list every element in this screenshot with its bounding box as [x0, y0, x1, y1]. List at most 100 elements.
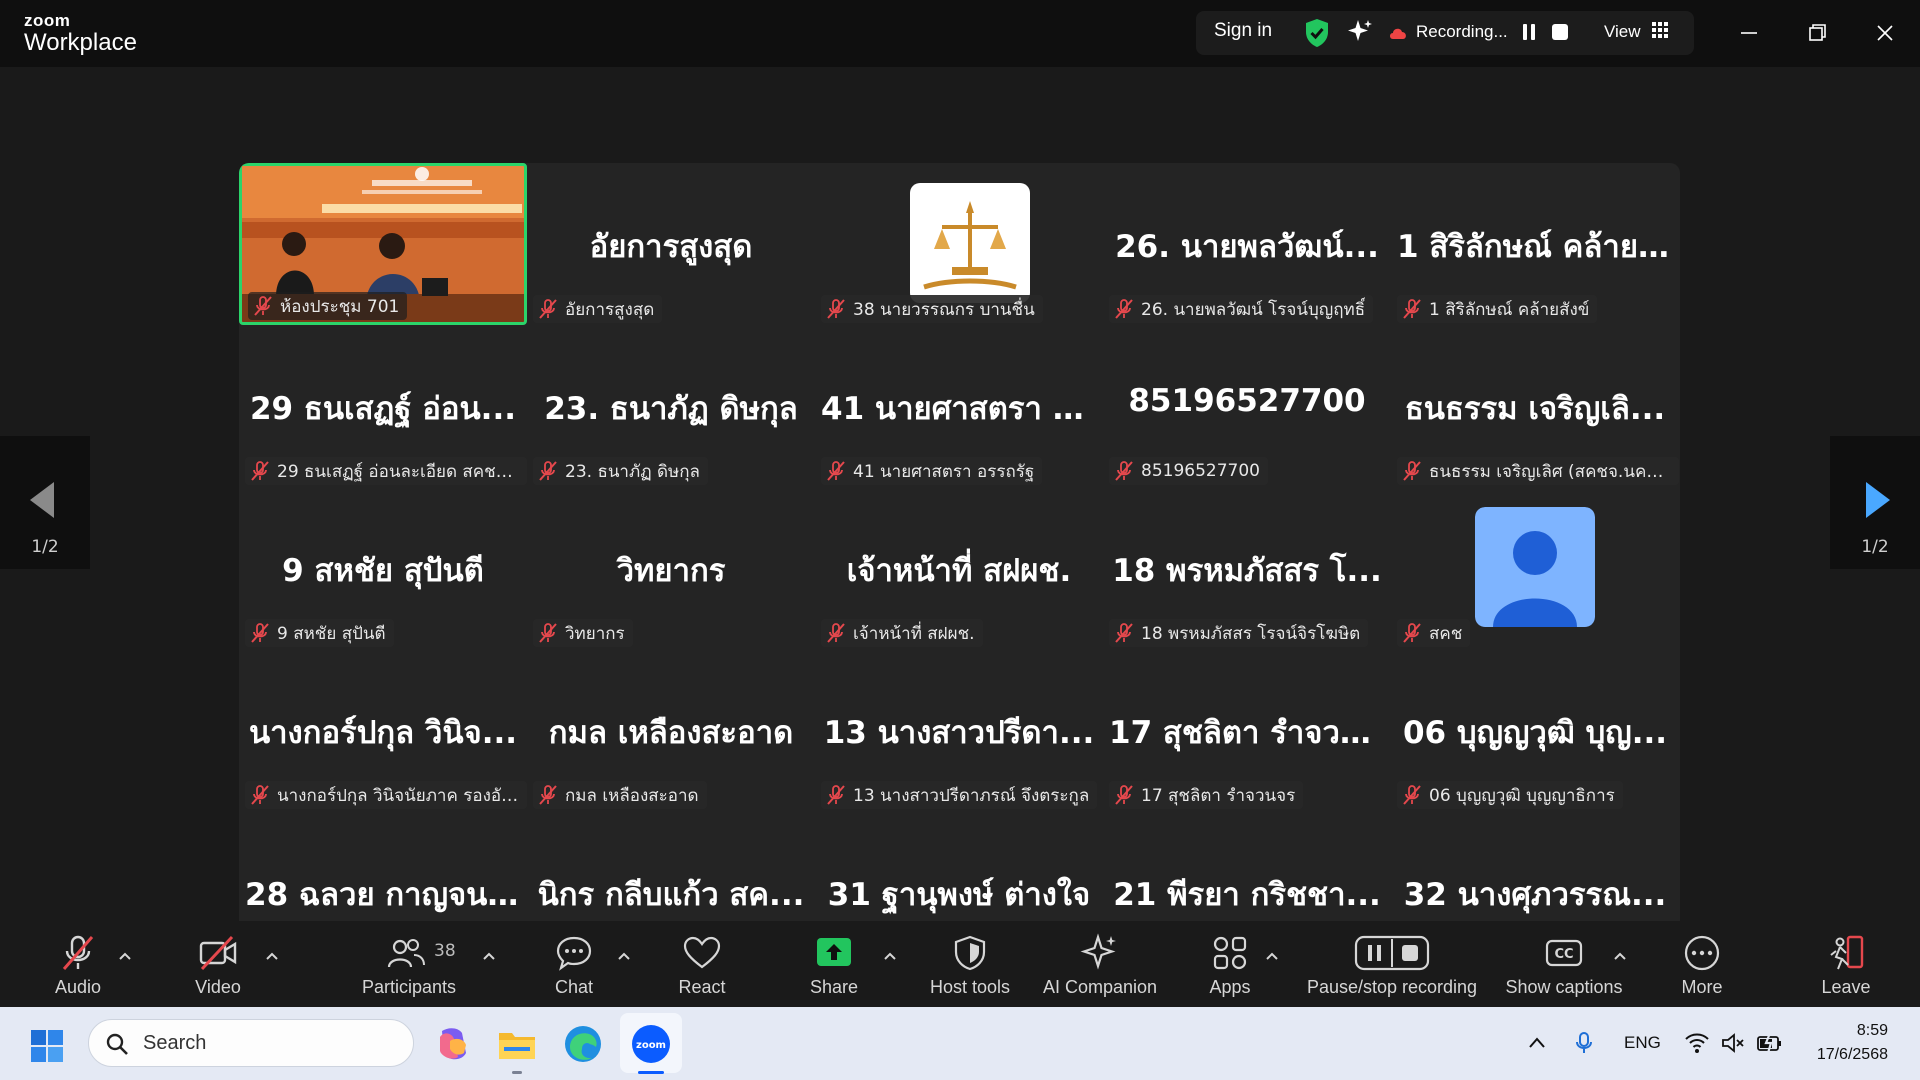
participant-tile[interactable]: เจ้าหน้าที่ สฝผช. เจ้าหน้าที่ สฝผช.	[815, 487, 1103, 649]
minimize-icon[interactable]	[1732, 16, 1766, 50]
participant-name-label: 23. ธนาภัฏ ดิษกุล	[533, 457, 708, 485]
svg-text:CC: CC	[1554, 947, 1573, 962]
participant-label-text: 9 สหชัย สุปันตี	[277, 623, 386, 644]
participant-tile[interactable]: อัยการสูงสุด อัยการสูงสุด	[527, 163, 815, 325]
participant-tile[interactable]: 41 นายศาสตรา อ... 41 นายศาสตรา อรรถรัฐ	[815, 325, 1103, 487]
participant-label-text: อัยการสูงสุด	[565, 299, 655, 320]
participants-count: 38	[434, 941, 456, 961]
participant-tile[interactable]: 18 พรหมภัสสร โ... 18 พรหมภัสสร โรจน์จิรโฆ…	[1103, 487, 1391, 649]
volume-muted-icon[interactable]	[1720, 1031, 1746, 1055]
title-bar: zoom Workplace Sign in Recording... View	[0, 0, 1920, 67]
apps-icon	[1213, 936, 1247, 970]
participant-tile[interactable]: 29 ธนเสฏฐ์ อ่อน... 29 ธนเสฏฐ์ อ่อนละเอียด…	[239, 325, 527, 487]
chat-bubble-icon	[556, 936, 592, 971]
participant-display-name: 85196527700	[1128, 383, 1366, 419]
grid-view-icon[interactable]	[1652, 22, 1668, 38]
leave-button[interactable]: Leave	[1812, 921, 1880, 1007]
participant-tile[interactable]: 9 สหชัย สุปันตี 9 สหชัย สุปันตี	[239, 487, 527, 649]
video-button[interactable]: Video	[176, 921, 260, 1007]
participant-tile[interactable]: ธนธรรม เจริญเลิ... ธนธรรม เจริญเลิศ (สคชจ…	[1391, 325, 1679, 487]
participant-display-name: เจ้าหน้าที่ สฝผช.	[846, 553, 1072, 589]
participant-tile[interactable]: 23. ธนาภัฏ ดิษกุล 23. ธนาภัฏ ดิษกุล	[527, 325, 815, 487]
participant-display-name: 18 พรหมภัสสร โ...	[1112, 553, 1382, 589]
participants-options-caret-icon[interactable]	[482, 951, 496, 961]
share-button[interactable]: Share	[800, 921, 868, 1007]
taskbar-search[interactable]: Search	[88, 1019, 414, 1067]
host-shield-icon	[954, 935, 986, 971]
input-language[interactable]: ENG	[1624, 1033, 1661, 1053]
audio-button[interactable]: Audio	[36, 921, 120, 1007]
microphone-muted-icon	[62, 935, 94, 970]
microphone-in-use-icon[interactable]	[1574, 1031, 1594, 1055]
participants-button[interactable]: 38 Participants	[354, 921, 464, 1007]
muted-mic-icon	[251, 623, 269, 643]
participant-tile[interactable]: 1 สิริลักษณ์ คล้าย... 1 สิริลักษณ์ คล้ายส…	[1391, 163, 1679, 325]
pause-stop-recording-button[interactable]: Pause/stop recording	[1300, 921, 1484, 1007]
audio-options-caret-icon[interactable]	[118, 951, 132, 961]
stop-recording-icon[interactable]	[1552, 24, 1568, 40]
muted-mic-icon	[539, 785, 557, 805]
edge-browser-icon[interactable]	[562, 1023, 604, 1065]
participant-display-name: 26. นายพลวัฒน์...	[1115, 229, 1379, 265]
file-explorer-icon[interactable]	[496, 1023, 538, 1065]
next-page-button[interactable]: 1/2	[1830, 436, 1920, 569]
react-button[interactable]: React	[668, 921, 736, 1007]
muted-mic-icon	[827, 623, 845, 643]
participant-name-label: 29 ธนเสฏฐ์ อ่อนละเอียด สคชจ.น...	[245, 457, 527, 485]
ai-sparkle-icon[interactable]	[1346, 18, 1374, 46]
muted-mic-icon	[254, 296, 272, 316]
apps-options-caret-icon[interactable]	[1265, 951, 1279, 961]
battery-charging-icon[interactable]	[1756, 1031, 1784, 1055]
restore-icon[interactable]	[1800, 16, 1834, 50]
show-captions-button[interactable]: CC Show captions	[1502, 921, 1626, 1007]
video-options-caret-icon[interactable]	[265, 951, 279, 961]
pause-recording-icon[interactable]	[1522, 22, 1536, 42]
participant-tile[interactable]: วิทยากร วิทยากร	[527, 487, 815, 649]
wifi-icon[interactable]	[1684, 1031, 1710, 1055]
participant-tile[interactable]: 13 นางสาวปรีดา... 13 นางสาวปรีดาภรณ์ จึงต…	[815, 649, 1103, 811]
participant-display-name: ธนธรรม เจริญเลิ...	[1404, 391, 1666, 427]
participant-label-text: กมล เหลืองสะอาด	[565, 785, 699, 806]
participant-display-name: 41 นายศาสตรา อ...	[821, 391, 1103, 427]
copilot-icon[interactable]	[432, 1023, 474, 1065]
participant-display-name: นิกร กลีบแก้ว สค...	[537, 877, 805, 913]
muted-mic-icon	[1403, 623, 1421, 643]
meeting-stage: 1/2 1/2 ห้องประชุม 701 อัยการสูงสุด อัยการ…	[0, 67, 1920, 1007]
zoom-running-indicator	[638, 1071, 664, 1074]
previous-page-button[interactable]: 1/2	[0, 436, 90, 569]
participant-tile[interactable]: 17 สุชลิตา รำจวน... 17 สุชลิตา รำจวนจร	[1103, 649, 1391, 811]
show-hidden-icons-chevron-icon[interactable]	[1526, 1031, 1548, 1055]
participant-tile[interactable]: 26. นายพลวัฒน์... 26. นายพลวัฒน์ โรจน์บุญ…	[1103, 163, 1391, 325]
svg-text:zoom: zoom	[636, 1040, 666, 1051]
participant-tile[interactable]: 38 นายวรรณกร บานชื่น	[815, 163, 1103, 325]
participant-tile[interactable]: 85196527700 85196527700	[1103, 325, 1391, 487]
logo-top-text: zoom	[24, 11, 71, 30]
participant-name-label: สคช	[1397, 619, 1471, 647]
participant-name-label: 06 บุญญวุฒิ บุญญาธิการ	[1397, 781, 1623, 809]
system-clock[interactable]: 8:59 17/6/2568	[1817, 1019, 1888, 1067]
sign-in-button[interactable]: Sign in	[1214, 20, 1272, 42]
muted-mic-icon	[1403, 785, 1421, 805]
captions-options-caret-icon[interactable]	[1613, 951, 1627, 961]
participant-label-text: ห้องประชุม 701	[280, 296, 400, 317]
participant-tile[interactable]: 06 บุญญวุฒิ บุญ... 06 บุญญวุฒิ บุญญาธิการ	[1391, 649, 1679, 811]
chat-button[interactable]: Chat	[540, 921, 608, 1007]
host-tools-button[interactable]: Host tools	[920, 921, 1020, 1007]
close-icon[interactable]	[1868, 16, 1902, 50]
windows-start-icon[interactable]	[30, 1029, 64, 1063]
more-button[interactable]: More	[1668, 921, 1736, 1007]
view-button[interactable]: View	[1604, 22, 1641, 42]
chat-options-caret-icon[interactable]	[617, 951, 631, 961]
participant-tile[interactable]: ห้องประชุม 701	[239, 163, 527, 325]
security-shield-icon[interactable]	[1304, 18, 1330, 48]
muted-mic-icon	[827, 461, 845, 481]
participant-tile[interactable]: นางกอร์ปกุล วินิจ... นางกอร์ปกุล วินิจนัย…	[239, 649, 527, 811]
participant-name-label: 85196527700	[1109, 457, 1268, 485]
participant-tile[interactable]: กมล เหลืองสะอาด กมล เหลืองสะอาด	[527, 649, 815, 811]
share-options-caret-icon[interactable]	[883, 951, 897, 961]
ai-companion-button[interactable]: AI Companion	[1038, 921, 1162, 1007]
muted-mic-icon	[539, 623, 557, 643]
apps-button[interactable]: Apps	[1196, 921, 1264, 1007]
participant-tile[interactable]: สคช	[1391, 487, 1679, 649]
zoom-app-icon[interactable]: zoom	[630, 1023, 672, 1065]
